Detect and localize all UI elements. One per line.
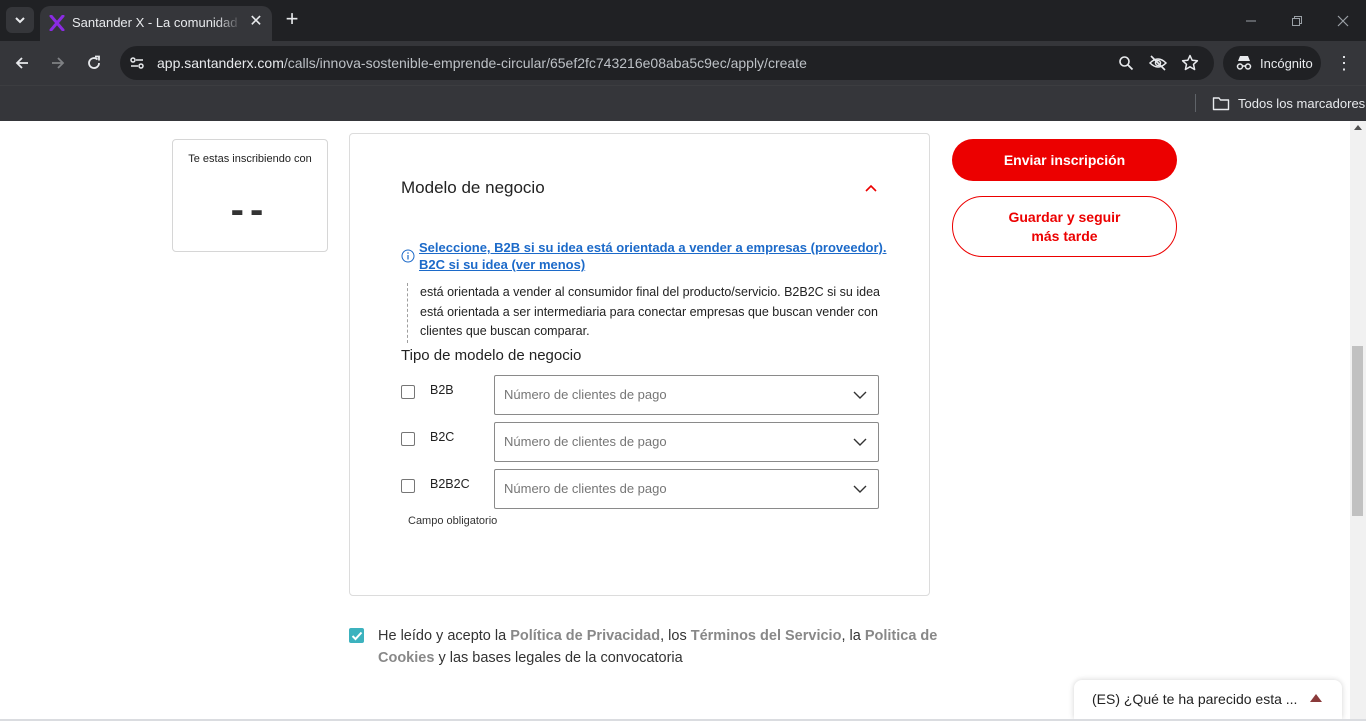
bookmarks-separator: [1195, 94, 1196, 112]
santander-x-favicon-icon: [49, 15, 65, 31]
url-domain: app.santanderx.com: [157, 55, 284, 71]
scroll-up-arrow-icon[interactable]: [1354, 125, 1362, 130]
new-tab-button[interactable]: +: [280, 8, 304, 32]
page-scrollbar[interactable]: [1350, 121, 1366, 719]
submit-application-button[interactable]: Enviar inscripción: [952, 139, 1177, 181]
business-model-type-label: Tipo de modelo de negocio: [401, 347, 582, 364]
info-toggle-link[interactable]: Seleccione, B2B si su idea está orientad…: [419, 239, 889, 273]
window-close-button[interactable]: [1320, 0, 1366, 41]
collapse-section-button[interactable]: [860, 178, 882, 198]
close-icon[interactable]: ✕: [246, 12, 266, 32]
caret-up-icon[interactable]: [1310, 694, 1322, 702]
star-icon: [1181, 54, 1199, 71]
folder-icon: [1212, 96, 1230, 110]
close-icon: [1337, 15, 1349, 26]
option-label-b2b: B2B: [430, 383, 454, 397]
back-button[interactable]: [8, 49, 36, 77]
checkbox-b2b[interactable]: [401, 385, 415, 399]
consent-text-1: He leído y acepto la: [378, 628, 511, 644]
tab-title: Santander X - La comunidad global: [72, 15, 242, 30]
browser-toolbar: app.santanderx.com/calls/innova-sostenib…: [0, 41, 1366, 85]
incognito-indicator[interactable]: Incógnito: [1223, 46, 1321, 80]
feedback-label: (ES) ¿Qué te ha parecido esta ...: [1092, 691, 1298, 707]
select-clients-b2c[interactable]: Número de clientes de pago: [494, 422, 879, 462]
enrollment-value: --: [230, 188, 270, 232]
save-later-button[interactable]: Guardar y seguir más tarde: [952, 196, 1177, 257]
consent-text: He leído y acepto la Política de Privaci…: [378, 625, 938, 669]
tracking-protection-button[interactable]: [1148, 53, 1168, 73]
arrow-right-icon: [52, 57, 65, 69]
required-field-note: Campo obligatorio: [408, 515, 498, 527]
chevron-down-icon: [853, 485, 867, 493]
chevron-down-icon: [853, 438, 867, 446]
page-viewport: Te estas inscribiendo con -- Modelo de n…: [0, 121, 1350, 719]
restore-icon: [1292, 15, 1302, 26]
consent-text-3: , la: [841, 628, 865, 644]
chevron-down-icon: [15, 17, 25, 24]
site-info-icon[interactable]: [128, 54, 146, 72]
consent-text-4: y las bases legales de la convocatoria: [434, 650, 683, 666]
feedback-widget[interactable]: (ES) ¿Qué te ha parecido esta ...: [1074, 680, 1342, 719]
incognito-icon: [1236, 56, 1252, 70]
consent-text-2: , los: [660, 628, 691, 644]
option-row-b2b2c: B2B2C Número de clientes de pago: [401, 469, 879, 509]
address-bar[interactable]: app.santanderx.com/calls/innova-sostenib…: [120, 46, 1214, 80]
minimize-icon: [1246, 20, 1256, 21]
select-placeholder: Número de clientes de pago: [504, 481, 667, 496]
browser-menu-button[interactable]: ⋮: [1332, 49, 1356, 77]
url-path: /calls/innova-sostenible-emprende-circul…: [283, 55, 807, 71]
checkbox-b2b2c[interactable]: [401, 479, 415, 493]
option-label-b2b2c: B2B2C: [430, 477, 470, 491]
forward-button[interactable]: [44, 49, 72, 77]
option-label-b2c: B2C: [430, 430, 455, 444]
enrollment-card: Te estas inscribiendo con --: [172, 139, 328, 252]
select-placeholder: Número de clientes de pago: [504, 387, 667, 402]
magnifier-icon: [1119, 56, 1134, 71]
eye-slash-icon: [1148, 55, 1168, 71]
checkmark-icon: [351, 631, 362, 640]
arrow-left-icon: [15, 57, 28, 69]
url-text: app.santanderx.com/calls/innova-sostenib…: [157, 55, 807, 71]
more-vertical-icon: ⋮: [1335, 53, 1353, 73]
select-placeholder: Número de clientes de pago: [504, 434, 667, 449]
browser-tab-strip: Santander X - La comunidad global ✕ +: [0, 0, 1366, 41]
minimize-button[interactable]: [1228, 0, 1274, 41]
bookmarks-bar: Todos los marcadores: [0, 85, 1366, 121]
restore-button[interactable]: [1274, 0, 1320, 41]
chevron-down-icon: [853, 391, 867, 399]
checkbox-b2c[interactable]: [401, 432, 415, 446]
select-clients-b2b[interactable]: Número de clientes de pago: [494, 375, 879, 415]
section-title: Modelo de negocio: [401, 178, 545, 197]
chevron-up-icon: [865, 184, 877, 192]
reload-icon: [88, 55, 100, 69]
scrollbar-thumb[interactable]: [1352, 346, 1363, 516]
select-clients-b2b2c[interactable]: Número de clientes de pago: [494, 469, 879, 509]
incognito-label: Incógnito: [1260, 55, 1313, 71]
bookmark-star-button[interactable]: [1180, 53, 1200, 73]
browser-tab-active[interactable]: Santander X - La comunidad global ✕: [40, 6, 272, 41]
privacy-policy-link[interactable]: Política de Privacidad: [510, 628, 660, 644]
option-row-b2b: B2B Número de clientes de pago: [401, 375, 879, 415]
enrollment-label: Te estas inscribiendo con: [188, 153, 312, 165]
reload-button[interactable]: [80, 49, 108, 77]
zoom-button[interactable]: [1116, 53, 1136, 73]
terms-of-service-link[interactable]: Términos del Servicio: [691, 628, 842, 644]
info-icon: [401, 249, 415, 263]
business-model-section: Modelo de negocio Seleccione, B2B si su …: [349, 133, 930, 596]
all-bookmarks-label: Todos los marcadores: [1238, 95, 1366, 111]
info-description: está orientada a vender al consumidor fi…: [407, 283, 887, 343]
all-bookmarks-button[interactable]: Todos los marcadores: [1212, 92, 1365, 114]
tab-search-button[interactable]: [6, 7, 34, 33]
option-row-b2c: B2C Número de clientes de pago: [401, 422, 879, 462]
consent-checkbox[interactable]: [349, 628, 364, 643]
